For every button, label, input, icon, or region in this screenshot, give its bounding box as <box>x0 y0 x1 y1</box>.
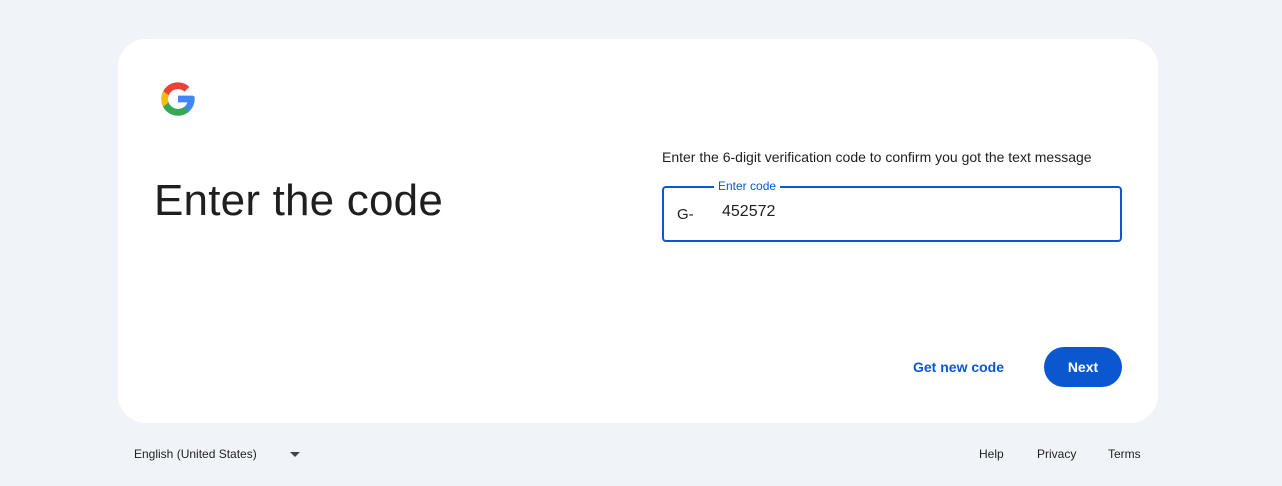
next-button[interactable]: Next <box>1044 347 1122 387</box>
terms-link[interactable]: Terms <box>1108 447 1141 461</box>
code-field[interactable]: Enter code G- <box>662 179 1122 242</box>
page-title: Enter the code <box>154 176 443 226</box>
google-logo <box>161 82 195 116</box>
privacy-link[interactable]: Privacy <box>1037 447 1076 461</box>
signin-card: Enter the code Enter the 6-digit verific… <box>118 39 1158 423</box>
code-prefix: G- <box>677 206 694 223</box>
code-input[interactable] <box>720 202 1104 222</box>
help-link[interactable]: Help <box>979 447 1004 461</box>
language-selector[interactable]: English (United States) <box>134 447 300 461</box>
get-new-code-button[interactable]: Get new code <box>901 347 1016 387</box>
dropdown-caret-icon <box>289 451 300 457</box>
code-field-label: Enter code <box>714 179 781 193</box>
language-label: English (United States) <box>134 447 257 461</box>
instruction-text: Enter the 6-digit verification code to c… <box>662 149 1092 165</box>
